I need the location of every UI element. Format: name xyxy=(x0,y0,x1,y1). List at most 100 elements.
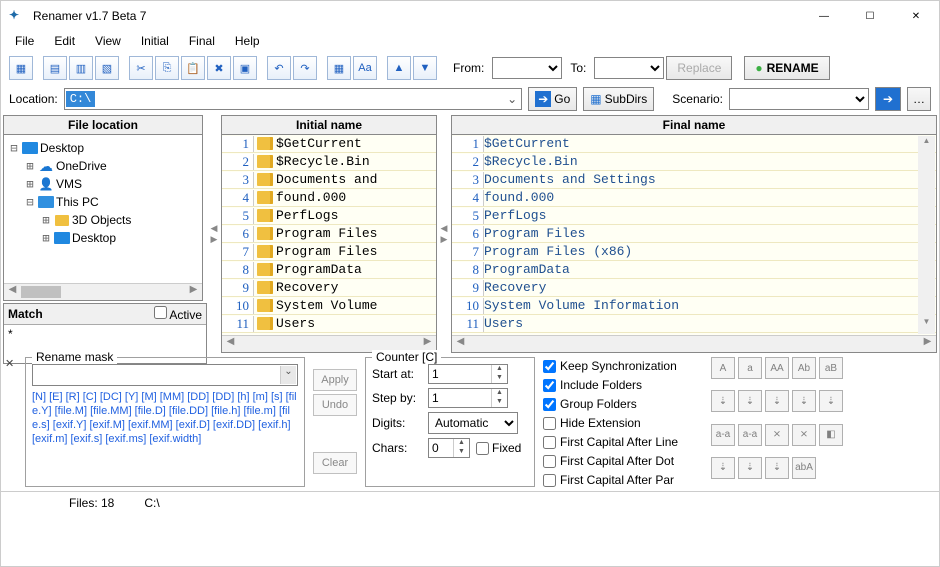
subdirs-button[interactable]: ▦SubDirs xyxy=(583,87,654,111)
from-combo[interactable] xyxy=(492,57,562,79)
stepby-input[interactable]: 1▲▼ xyxy=(428,388,508,408)
initial-list[interactable]: 1$GetCurrent2$Recycle.Bin3Documents and4… xyxy=(222,135,436,335)
option-checkbox[interactable]: Hide Extension xyxy=(543,414,703,433)
vertical-scrollbar[interactable]: ▲▼ xyxy=(918,136,935,334)
splitter[interactable]: ◀▶ xyxy=(439,115,449,353)
scenario-browse-button[interactable]: … xyxy=(907,87,931,111)
undo-button[interactable]: Undo xyxy=(313,394,357,416)
case-button[interactable]: ⇣ xyxy=(792,390,816,412)
list-item[interactable]: 8ProgramData xyxy=(452,261,936,279)
case-button[interactable]: ⨯ xyxy=(765,424,789,446)
toolbar-icon[interactable]: ▦ xyxy=(327,56,351,80)
toolbar-icon[interactable]: ▧ xyxy=(95,56,119,80)
tree-item[interactable]: ⊟ This PC xyxy=(8,193,198,211)
tree-item[interactable]: ⊞☁ OneDrive xyxy=(8,157,198,175)
menu-final[interactable]: Final xyxy=(179,31,225,53)
menu-edit[interactable]: Edit xyxy=(44,31,85,53)
list-item[interactable]: 11Users xyxy=(452,315,936,333)
tree-item[interactable]: ⊞👤 VMS xyxy=(8,175,198,193)
list-item[interactable]: 10System Volume Information xyxy=(452,297,936,315)
case-button[interactable]: ⇣ xyxy=(738,390,762,412)
digits-combo[interactable]: Automatic xyxy=(428,412,518,434)
mask-input[interactable]: ⌄ xyxy=(32,364,298,386)
startat-input[interactable]: 1▲▼ xyxy=(428,364,508,384)
horizontal-scrollbar[interactable]: ◀▶ xyxy=(452,335,936,352)
list-item[interactable]: 4found.000 xyxy=(452,189,936,207)
up-icon[interactable]: ▲ xyxy=(387,56,411,80)
case-button[interactable]: ⇣ xyxy=(819,390,843,412)
option-checkbox[interactable]: First Capital After Dot xyxy=(543,452,703,471)
case-button[interactable]: AA xyxy=(765,357,789,379)
toolbar-icon[interactable]: ▦ xyxy=(9,56,33,80)
folder-tree[interactable]: ⊟ Desktop⊞☁ OneDrive⊞👤 VMS⊟ This PC⊞ 3D … xyxy=(4,135,202,283)
list-item[interactable]: 4found.000 xyxy=(222,189,436,207)
case-button[interactable]: A xyxy=(711,357,735,379)
redo-icon[interactable]: ↷ xyxy=(293,56,317,80)
case-button[interactable]: ⇣ xyxy=(765,457,789,479)
list-item[interactable]: 8ProgramData xyxy=(222,261,436,279)
list-item[interactable]: 6Program Files xyxy=(452,225,936,243)
list-item[interactable]: 3Documents and Settings xyxy=(452,171,936,189)
menu-file[interactable]: File xyxy=(5,31,44,53)
option-checkbox[interactable]: Group Folders xyxy=(543,395,703,414)
tree-item[interactable]: ⊟ Desktop xyxy=(8,139,198,157)
location-input[interactable]: C:\ ⌄ xyxy=(64,88,522,110)
replace-button[interactable]: Replace xyxy=(666,56,732,80)
list-item[interactable]: 9Recovery xyxy=(452,279,936,297)
menu-initial[interactable]: Initial xyxy=(131,31,179,53)
option-checkbox[interactable]: First Capital After Line xyxy=(543,433,703,452)
splitter[interactable]: ◀▶ xyxy=(209,115,219,353)
list-item[interactable]: 6Program Files xyxy=(222,225,436,243)
fixed-checkbox[interactable]: Fixed xyxy=(476,441,526,455)
case-button[interactable]: a xyxy=(738,357,762,379)
list-item[interactable]: 7Program Files (x86) xyxy=(452,243,936,261)
list-item[interactable]: 1$GetCurrent xyxy=(452,135,936,153)
maximize-button[interactable]: ☐ xyxy=(847,1,893,31)
cut-icon[interactable]: ✂ xyxy=(129,56,153,80)
case-button[interactable]: a-a xyxy=(738,424,762,446)
undo-icon[interactable]: ↶ xyxy=(267,56,291,80)
list-item[interactable]: 5PerfLogs xyxy=(452,207,936,225)
list-item[interactable]: 1$GetCurrent xyxy=(222,135,436,153)
copy-icon[interactable]: ⎘ xyxy=(155,56,179,80)
scenario-combo[interactable] xyxy=(729,88,869,110)
option-checkbox[interactable]: Keep Synchronization xyxy=(543,357,703,376)
tree-item[interactable]: ⊞ 3D Objects xyxy=(8,211,198,229)
close-panel-icon[interactable]: ✕ xyxy=(5,357,14,370)
list-item[interactable]: 7Program Files xyxy=(222,243,436,261)
case-button[interactable]: a-a xyxy=(711,424,735,446)
case-button[interactable]: ⇣ xyxy=(711,457,735,479)
case-button[interactable]: abA xyxy=(792,457,816,479)
list-item[interactable]: 5PerfLogs xyxy=(222,207,436,225)
close-button[interactable]: ✕ xyxy=(893,1,939,31)
case-button[interactable]: ⇣ xyxy=(711,390,735,412)
go-button[interactable]: ➔Go xyxy=(528,87,577,111)
clear-button[interactable]: Clear xyxy=(313,452,357,474)
case-button[interactable]: Ab xyxy=(792,357,816,379)
active-checkbox[interactable]: Active xyxy=(154,306,202,322)
menu-view[interactable]: View xyxy=(85,31,131,53)
mask-tokens[interactable]: [N] [E] [R] [C] [DC] [Y] [M] [MM] [DD] [… xyxy=(32,390,298,462)
case-button[interactable]: ◧ xyxy=(819,424,843,446)
rename-button[interactable]: RENAME xyxy=(744,56,829,80)
scenario-go-button[interactable]: ➔ xyxy=(875,87,901,111)
list-item[interactable]: 2$Recycle.Bin xyxy=(452,153,936,171)
down-icon[interactable]: ▼ xyxy=(413,56,437,80)
final-list[interactable]: 1$GetCurrent2$Recycle.Bin3Documents and … xyxy=(452,135,936,335)
case-button[interactable]: aB xyxy=(819,357,843,379)
chevron-down-icon[interactable]: ⌄ xyxy=(503,92,521,106)
menu-help[interactable]: Help xyxy=(225,31,270,53)
delete-icon[interactable]: ✖ xyxy=(207,56,231,80)
chevron-down-icon[interactable]: ⌄ xyxy=(280,366,296,384)
chars-input[interactable]: 0▲▼ xyxy=(428,438,470,458)
option-checkbox[interactable]: First Capital After Par xyxy=(543,471,703,490)
case-button[interactable]: ⇣ xyxy=(765,390,789,412)
to-combo[interactable] xyxy=(594,57,664,79)
option-checkbox[interactable]: Include Folders xyxy=(543,376,703,395)
toolbar-icon[interactable]: ▤ xyxy=(43,56,67,80)
toolbar-icon[interactable]: ▥ xyxy=(69,56,93,80)
tree-item[interactable]: ⊞ Desktop xyxy=(8,229,198,247)
toolbar-icon[interactable]: Aa xyxy=(353,56,377,80)
apply-button[interactable]: Apply xyxy=(313,369,357,391)
list-item[interactable]: 10System Volume xyxy=(222,297,436,315)
